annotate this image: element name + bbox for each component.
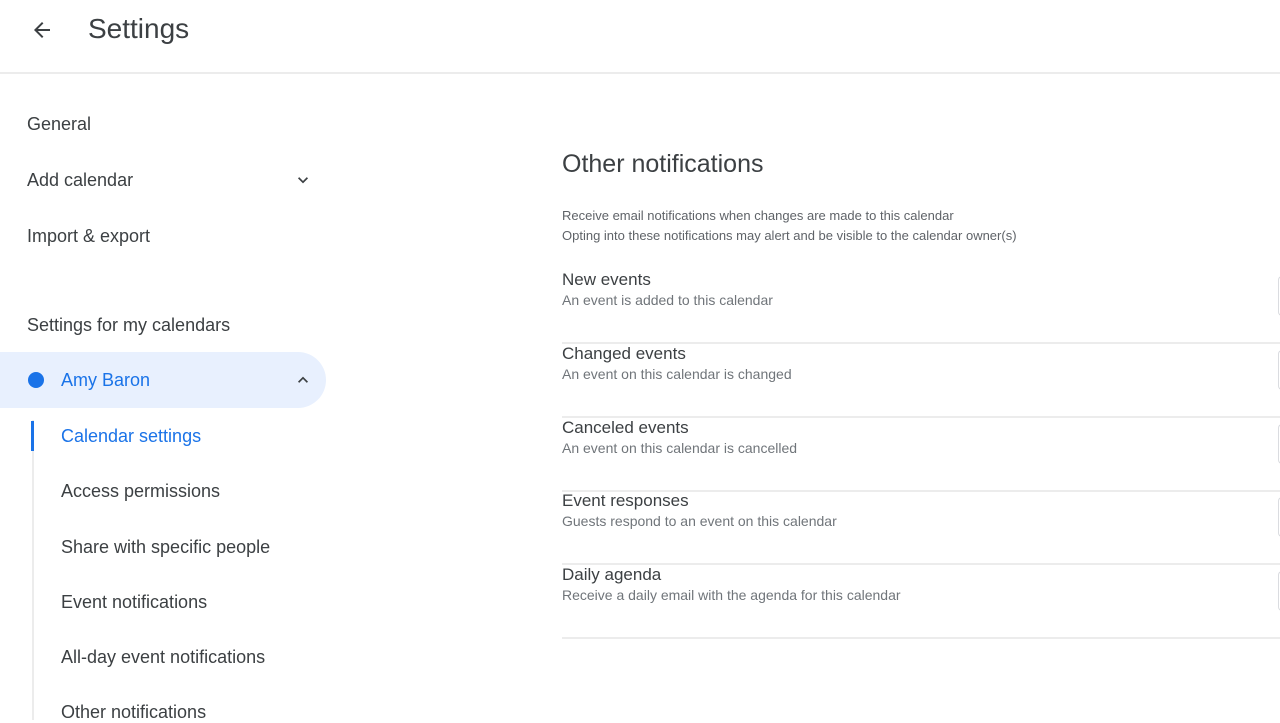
chevron-up-icon[interactable]	[291, 368, 315, 392]
description-line: Receive email notifications when changes…	[562, 208, 954, 223]
subnav-share-with-specific-people[interactable]: Share with specific people	[61, 537, 270, 558]
section-description: Receive email notifications when changes…	[562, 206, 1017, 246]
subnav-track	[32, 420, 34, 720]
subnav-other-notifications[interactable]: Other notifications	[61, 702, 206, 723]
subnav-active-indicator	[31, 421, 34, 451]
notification-subtitle: Guests respond to an event on this calen…	[562, 513, 837, 529]
arrow-back-icon	[34, 22, 50, 38]
notification-row-changed-events: Changed events An event on this calendar…	[562, 344, 1280, 418]
notification-row-new-events: New events An event is added to this cal…	[562, 270, 1280, 344]
notification-subtitle: An event on this calendar is cancelled	[562, 440, 798, 456]
notification-subtitle: An event is added to this calendar	[562, 292, 773, 308]
notification-title: New events	[562, 270, 651, 289]
notification-subtitle: An event on this calendar is changed	[562, 366, 792, 382]
notification-row-daily-agenda: Daily agenda Receive a daily email with …	[562, 565, 1280, 639]
page-title: Settings	[88, 13, 190, 44]
sidebar-item-calendar[interactable]: Amy Baron	[0, 352, 326, 408]
section-heading-my-calendars: Settings for my calendars	[27, 315, 231, 335]
back-button[interactable]	[22, 10, 62, 50]
section-title: Other notifications	[562, 150, 764, 178]
subnav-event-notifications[interactable]: Event notifications	[61, 592, 207, 613]
settings-main-panel: Other notifications Receive email notifi…	[562, 76, 1280, 719]
notification-title: Daily agenda	[562, 565, 662, 584]
sidebar-item-general[interactable]: General	[27, 114, 91, 135]
notification-row-canceled-events: Canceled events An event on this calenda…	[562, 418, 1280, 492]
top-app-bar: Settings	[0, 0, 1280, 74]
subnav-all-day-event-notifications[interactable]: All-day event notifications	[61, 647, 265, 668]
notification-title: Changed events	[562, 344, 686, 363]
calendar-name: Amy Baron	[61, 370, 151, 390]
sidebar-item-import-export[interactable]: Import & export	[27, 226, 150, 247]
chevron-down-icon[interactable]	[291, 168, 315, 192]
sidebar-item-add-calendar[interactable]: Add calendar	[27, 170, 133, 191]
description-line: Opting into these notifications may aler…	[562, 228, 1017, 243]
subnav-calendar-settings[interactable]: Calendar settings	[61, 426, 201, 447]
notification-title: Canceled events	[562, 418, 689, 437]
calendar-color-dot	[28, 372, 44, 388]
notification-subtitle: Receive a daily email with the agenda fo…	[562, 587, 901, 603]
subnav-access-permissions[interactable]: Access permissions	[61, 481, 220, 502]
settings-sidebar: General Add calendar Import & export Set…	[0, 76, 340, 722]
notification-title: Event responses	[562, 491, 689, 510]
notification-row-event-responses: Event responses Guests respond to an eve…	[562, 491, 1280, 565]
